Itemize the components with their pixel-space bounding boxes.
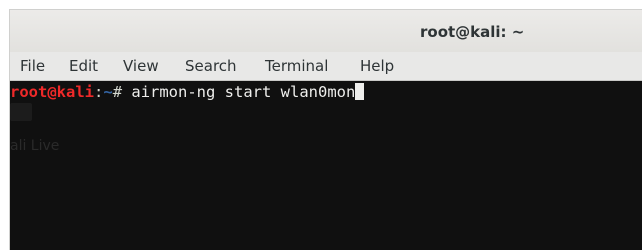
desktop-icon-ghost	[10, 103, 32, 121]
terminal-window: root@kali: ~ File Edit View Search Termi…	[9, 9, 642, 250]
menu-help[interactable]: Help	[360, 57, 394, 75]
menu-search[interactable]: Search	[185, 57, 237, 75]
menu-view[interactable]: View	[123, 57, 159, 75]
menu-bar: File Edit View Search Terminal Help	[10, 52, 642, 81]
text-cursor	[355, 83, 365, 100]
prompt-line: root@kali:~# airmon-ng start wlan0mon	[10, 82, 365, 102]
menu-edit[interactable]: Edit	[69, 57, 98, 75]
terminal-area[interactable]: ali Live root@kali:~# airmon-ng start wl…	[10, 81, 642, 250]
menu-file[interactable]: File	[20, 57, 45, 75]
prompt-user: root	[10, 83, 48, 101]
menu-terminal[interactable]: Terminal	[265, 57, 328, 75]
desktop-label-ghost: ali Live	[10, 138, 60, 154]
prompt-colon: :	[94, 83, 104, 101]
title-bar[interactable]: root@kali: ~	[10, 10, 642, 52]
prompt-at: @	[47, 83, 57, 101]
prompt-path: ~	[103, 83, 113, 101]
window-title: root@kali: ~	[420, 23, 525, 41]
command-text: airmon-ng start wlan0mon	[131, 83, 356, 101]
prompt-symbol: #	[112, 83, 132, 101]
prompt-host: kali	[56, 83, 94, 101]
